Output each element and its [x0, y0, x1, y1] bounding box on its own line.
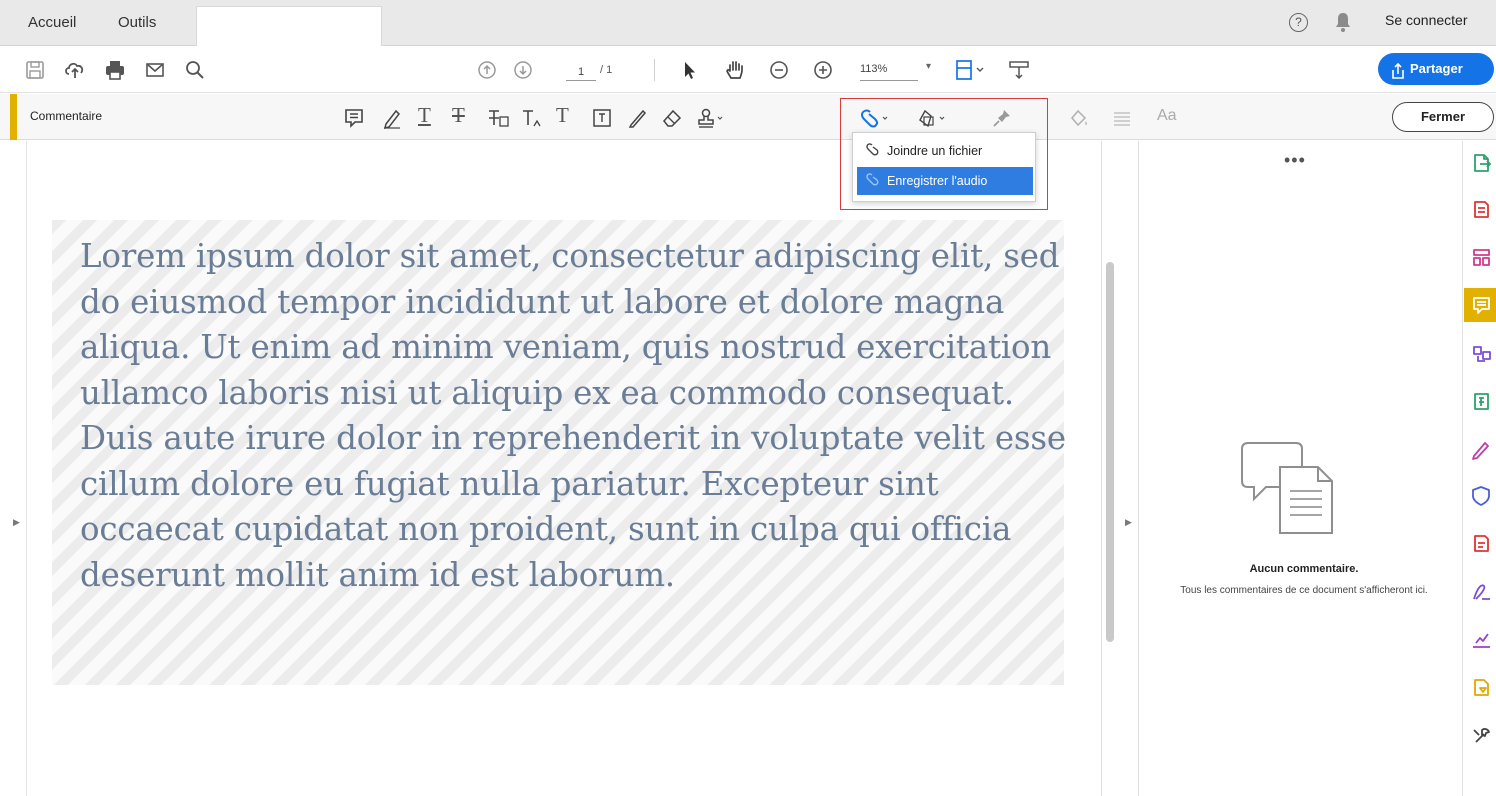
- menu-item-attach-file[interactable]: Joindre un fichier: [857, 137, 1033, 165]
- tab-document[interactable]: [196, 6, 382, 46]
- share-icon: [1390, 60, 1406, 79]
- zoom-level-select[interactable]: 113%: [860, 63, 918, 81]
- help-icon[interactable]: ?: [1289, 13, 1308, 32]
- menu-item-record-audio[interactable]: Enregistrer l'audio: [857, 167, 1033, 195]
- select-cursor-icon[interactable]: [676, 57, 702, 83]
- upload-cloud-icon[interactable]: [62, 57, 88, 83]
- rail-item-measure[interactable]: [1464, 622, 1496, 656]
- rail-item-create-pdf[interactable]: [1464, 192, 1496, 226]
- close-comment-button[interactable]: Fermer: [1392, 102, 1494, 132]
- signin-link[interactable]: Se connecter: [1385, 12, 1468, 28]
- rail-item-protect[interactable]: [1464, 478, 1496, 512]
- rail-item-send-track[interactable]: [1464, 670, 1496, 704]
- share-button[interactable]: Partager: [1378, 53, 1494, 85]
- next-page-icon[interactable]: [510, 57, 536, 83]
- email-icon[interactable]: [142, 57, 168, 83]
- pin-icon[interactable]: [990, 106, 1014, 130]
- rail-item-send-for-signature[interactable]: [1464, 574, 1496, 608]
- fill-color-icon[interactable]: [1066, 106, 1090, 130]
- replace-text-icon[interactable]: [486, 106, 510, 130]
- shapes-icon[interactable]: [914, 106, 950, 130]
- organize-pages-icon: [1473, 249, 1490, 266]
- attach-file-icon: [866, 143, 879, 156]
- rail-item-organize-pages[interactable]: [1464, 240, 1496, 274]
- attach-file-icon[interactable]: [856, 106, 892, 130]
- bell-icon[interactable]: [1334, 11, 1352, 33]
- no-comments-icon: [1240, 437, 1336, 537]
- tab-tools[interactable]: Outils: [106, 4, 168, 42]
- share-label: Partager: [1410, 61, 1463, 76]
- highlight-pen-icon[interactable]: [380, 106, 404, 130]
- measure-icon: [1473, 633, 1490, 648]
- rail-item-more-tools[interactable]: [1464, 718, 1496, 752]
- document-text: Lorem ipsum dolor sit amet, consectetur …: [80, 237, 1066, 594]
- attach-dropdown-menu: Joindre un fichier Enregistrer l'audio: [852, 132, 1036, 202]
- no-comments-description: Tous les commentaires de ce document s'a…: [1180, 585, 1428, 596]
- export-pdf-red-icon: [1474, 535, 1489, 552]
- text-properties-label[interactable]: Aa: [1157, 107, 1177, 125]
- right-pane-toggle[interactable]: ▶: [1125, 517, 1132, 528]
- read-mode-icon[interactable]: [1006, 57, 1032, 83]
- main-toolbar: / 1 113% ▾ Partager: [0, 47, 1496, 93]
- hand-tool-icon[interactable]: [722, 57, 748, 83]
- pencil-icon[interactable]: [626, 106, 650, 130]
- stamp-icon[interactable]: [696, 106, 726, 130]
- comment-toolbar: Commentaire T T T Aa Fermer: [0, 94, 1496, 140]
- save-icon[interactable]: [22, 57, 48, 83]
- rail-item-edit-pdf[interactable]: [1464, 384, 1496, 418]
- menu-item-label: Enregistrer l'audio: [887, 174, 988, 188]
- send-track-icon: [1474, 679, 1489, 696]
- rail-item-fill-sign[interactable]: [1464, 432, 1496, 466]
- rail-item-comment[interactable]: [1464, 288, 1496, 322]
- prev-page-icon[interactable]: [474, 57, 500, 83]
- toolbar-divider: [654, 59, 655, 81]
- edit-pdf-icon: [1474, 393, 1489, 410]
- line-width-icon[interactable]: [1110, 106, 1134, 130]
- zoom-out-icon[interactable]: [766, 57, 792, 83]
- eraser-icon[interactable]: [660, 106, 684, 130]
- zoom-in-icon[interactable]: [810, 57, 836, 83]
- left-pane-toggle[interactable]: ▶: [13, 517, 20, 528]
- rail-item-combine-files[interactable]: [1464, 336, 1496, 370]
- page-total: / 1: [600, 64, 613, 76]
- page-number-input[interactable]: [566, 63, 596, 81]
- sticky-note-icon[interactable]: [342, 106, 366, 130]
- text-box-icon[interactable]: [590, 106, 614, 130]
- fit-page-icon[interactable]: [952, 57, 986, 83]
- rail-item-export-pdf-red[interactable]: [1464, 526, 1496, 560]
- vertical-scrollbar[interactable]: [1106, 262, 1114, 642]
- record-audio-icon: [866, 173, 879, 186]
- more-options-icon[interactable]: •••: [1284, 150, 1306, 171]
- send-for-signature-icon: [1473, 584, 1490, 600]
- comment-toolbar-title: Commentaire: [30, 109, 103, 123]
- more-tools-icon: [1473, 728, 1490, 743]
- search-icon[interactable]: [182, 57, 208, 83]
- print-icon[interactable]: [102, 57, 128, 83]
- protect-icon: [1472, 486, 1490, 506]
- insert-text-icon[interactable]: [520, 106, 544, 130]
- tab-bar: Accueil Outils ? Se connecter: [0, 0, 1496, 46]
- strikethrough-text-tool[interactable]: T: [452, 103, 465, 128]
- right-pane-edge: [1138, 141, 1139, 796]
- comment-icon: [1473, 297, 1490, 314]
- menu-item-label: Joindre un fichier: [887, 144, 983, 158]
- fill-sign-icon: [1472, 442, 1489, 460]
- scroll-track: [1101, 141, 1102, 796]
- no-comments-title: Aucun commentaire.: [1249, 563, 1359, 575]
- export-pdf-icon: [1474, 154, 1491, 172]
- comment-accent-bar: [10, 94, 17, 140]
- rail-item-export-pdf[interactable]: [1464, 146, 1496, 180]
- zoom-dropdown-arrow[interactable]: ▾: [926, 61, 931, 72]
- underline-text-tool[interactable]: T: [418, 103, 431, 128]
- left-pane-edge: [26, 141, 27, 796]
- create-pdf-icon: [1474, 201, 1489, 218]
- combine-files-icon: [1473, 346, 1491, 362]
- tab-home[interactable]: Accueil: [16, 4, 88, 42]
- add-text-tool[interactable]: T: [556, 103, 569, 128]
